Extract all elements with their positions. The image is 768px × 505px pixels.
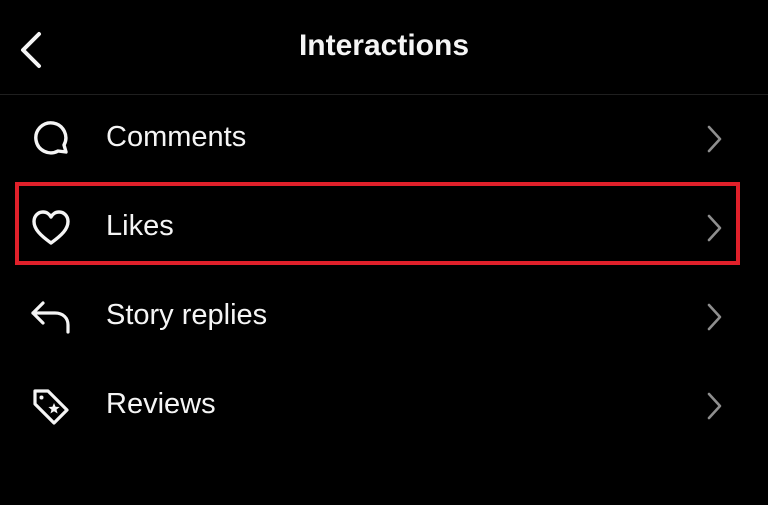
list-item-likes[interactable]: Likes <box>0 183 768 272</box>
header-bar: Interactions <box>0 0 768 95</box>
list-item-label: Comments <box>106 121 247 153</box>
interactions-list: Comments Likes Story replies Reviews <box>0 94 768 450</box>
page-title: Interactions <box>298 29 470 62</box>
list-item-comments[interactable]: Comments <box>0 94 768 183</box>
list-item-label: Reviews <box>106 388 216 420</box>
chevron-right-icon <box>700 122 728 156</box>
list-item-label: Story replies <box>106 299 268 331</box>
chevron-right-icon <box>700 389 728 423</box>
tag-star-icon <box>28 383 74 429</box>
reply-icon <box>28 294 74 340</box>
comment-icon <box>28 116 74 162</box>
chevron-right-icon <box>700 300 728 334</box>
list-item-story-replies[interactable]: Story replies <box>0 272 768 361</box>
list-item-label: Likes <box>106 210 174 242</box>
list-item-reviews[interactable]: Reviews <box>0 361 768 450</box>
chevron-right-icon <box>700 211 728 245</box>
heart-icon <box>28 205 74 251</box>
